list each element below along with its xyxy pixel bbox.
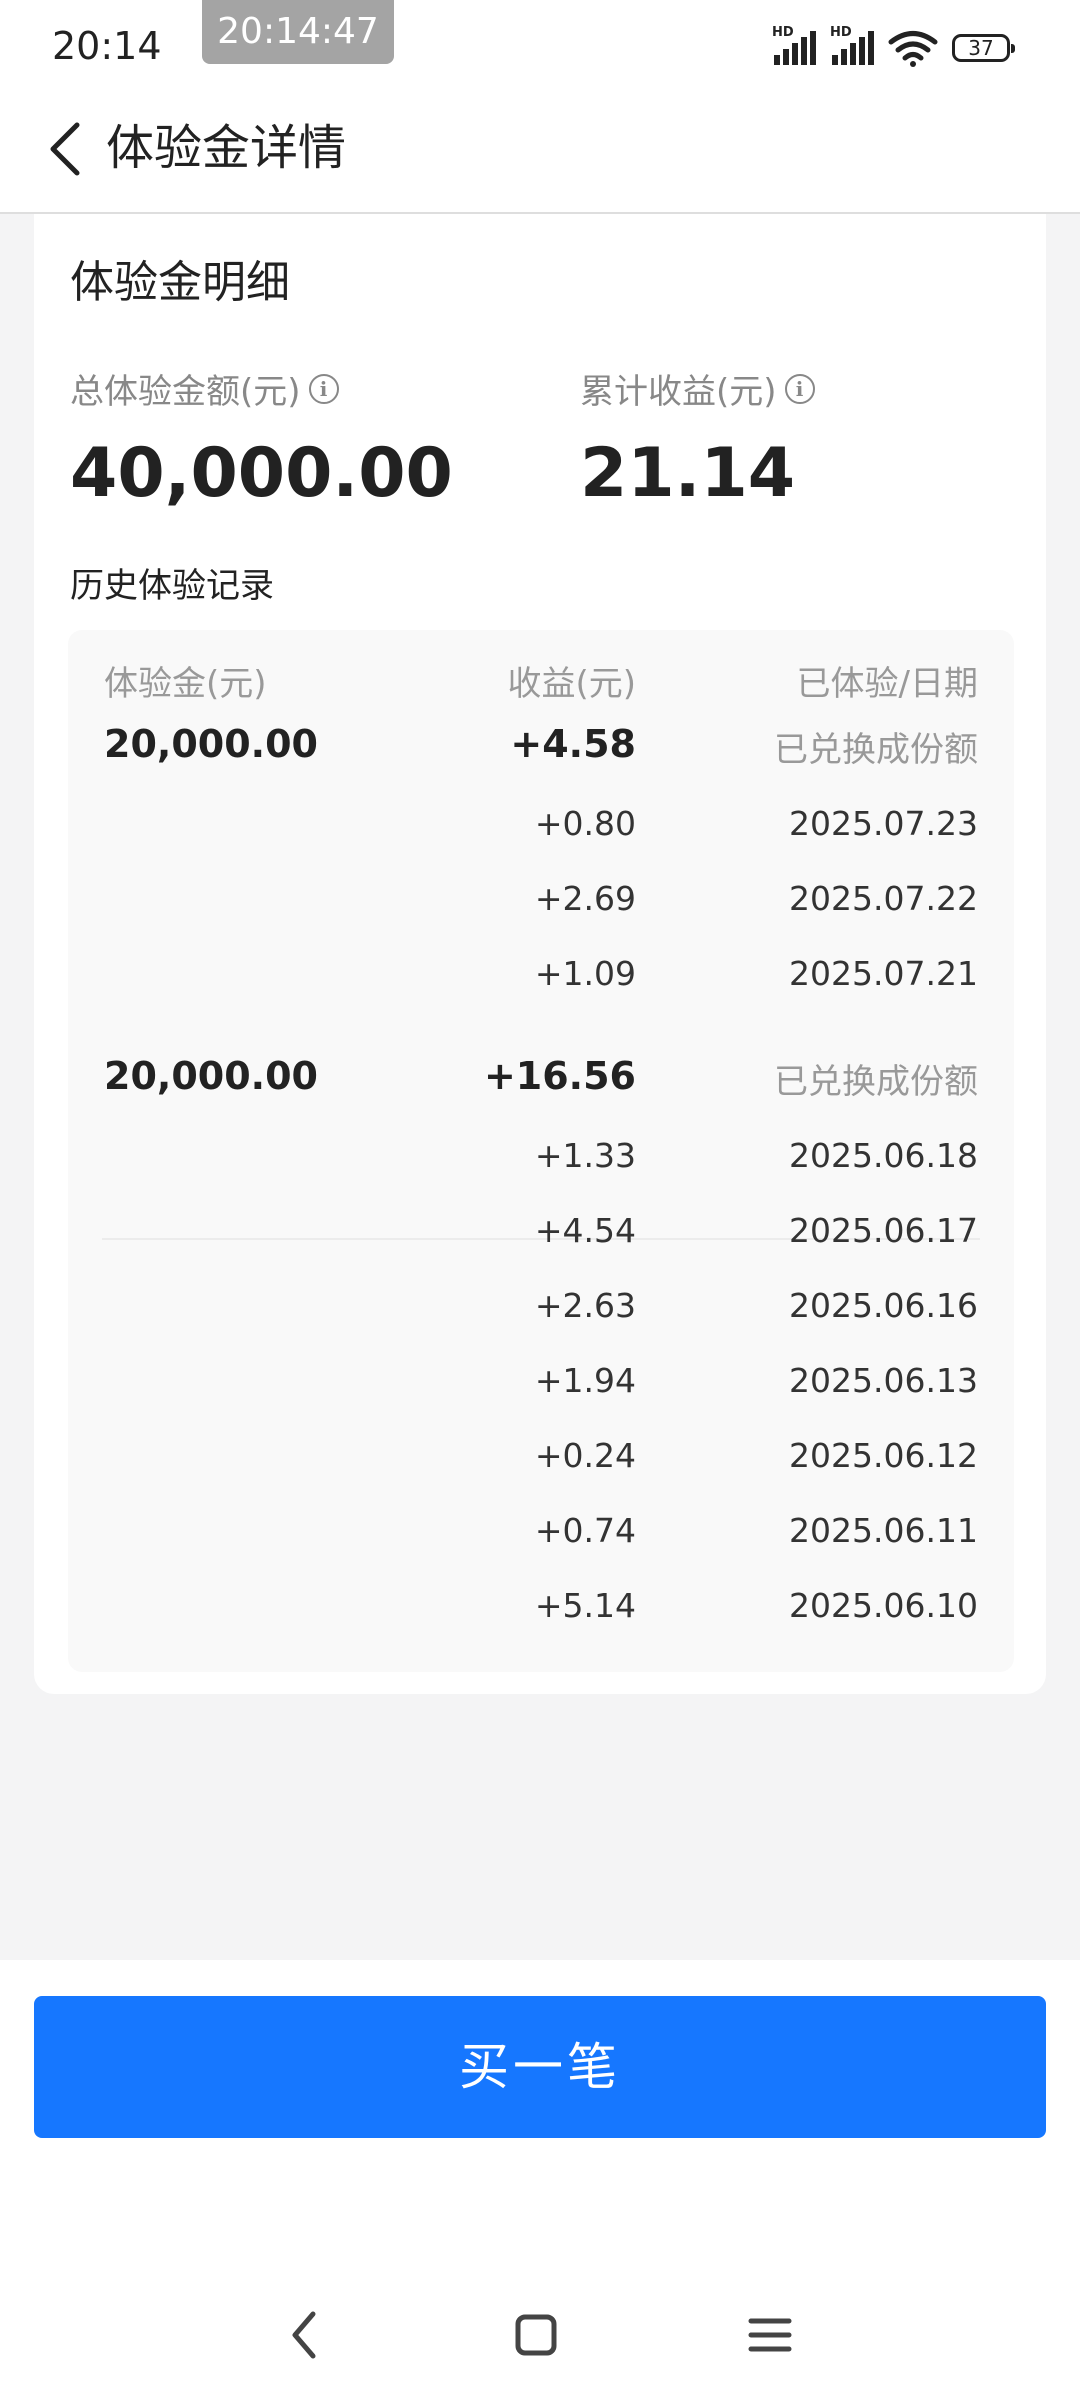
system-nav-bar — [0, 2290, 1080, 2380]
group-total-income: +16.56 — [483, 1054, 636, 1098]
row-income: +0.74 — [534, 1511, 636, 1550]
row-income: +0.80 — [534, 804, 636, 843]
wifi-icon — [888, 31, 938, 67]
total-amount-value: 40,000.00 — [70, 434, 453, 513]
row-income: +1.94 — [534, 1361, 636, 1400]
column-header-date: 已体验/日期 — [796, 664, 978, 704]
group-total-income: +4.58 — [510, 722, 636, 766]
page-header: 体验金详情 — [0, 90, 1080, 214]
group-status: 已兑换成份额 — [774, 1062, 978, 1102]
page-title: 体验金详情 — [106, 120, 347, 176]
signal-icon: HD — [772, 25, 816, 65]
row-income: +2.69 — [534, 879, 636, 918]
column-header-income: 收益(元) — [507, 664, 636, 704]
row-income: +5.14 — [534, 1586, 636, 1625]
row-date: 2025.06.12 — [789, 1436, 978, 1475]
cumulative-income-value: 21.14 — [580, 434, 796, 513]
row-date: 2025.06.13 — [789, 1361, 978, 1400]
cumulative-income-label-text: 累计收益(元) — [580, 372, 777, 412]
info-icon[interactable]: i — [308, 373, 339, 404]
detail-card: 体验金明细 总体验金额(元) i 40,000.00 累计收益(元) i 21.… — [34, 214, 1046, 1694]
nav-home-button[interactable] — [496, 2300, 576, 2370]
row-income: +4.54 — [534, 1211, 636, 1250]
total-amount-label: 总体验金额(元) i — [70, 364, 339, 413]
signal-hd-label-2: HD — [830, 25, 852, 40]
clock-overlay: 20:14:47 — [202, 0, 394, 64]
signal-hd-label: HD — [772, 25, 794, 40]
cumulative-income-label: 累计收益(元) i — [580, 364, 815, 413]
back-arrow-icon — [50, 122, 80, 176]
battery-level: 37 — [968, 36, 994, 60]
row-date: 2025.06.18 — [789, 1136, 978, 1175]
nav-menu-button[interactable] — [730, 2300, 810, 2370]
back-button[interactable] — [30, 114, 100, 184]
card-title: 体验金明细 — [70, 257, 290, 308]
row-income: +1.09 — [534, 954, 636, 993]
buy-button[interactable]: 买一笔 — [34, 1996, 1046, 2138]
history-title: 历史体验记录 — [70, 566, 274, 606]
row-income: +2.63 — [534, 1286, 636, 1325]
group-amount: 20,000.00 — [104, 1054, 318, 1098]
nav-back-icon — [292, 2311, 316, 2359]
status-bar: 20:14 20:14:47 HD HD 37 — [0, 0, 1080, 90]
row-date: 2025.06.10 — [789, 1586, 978, 1625]
info-icon[interactable]: i — [784, 373, 815, 404]
row-income: +0.24 — [534, 1436, 636, 1475]
row-date: 2025.07.21 — [789, 954, 978, 993]
nav-menu-icon — [748, 2318, 792, 2352]
row-income: +1.33 — [534, 1136, 636, 1175]
total-amount-label-text: 总体验金额(元) — [70, 372, 301, 412]
battery-icon: 37 — [952, 34, 1015, 62]
signal-icon-2: HD — [830, 25, 874, 65]
group-status: 已兑换成份额 — [774, 730, 978, 770]
row-date: 2025.06.17 — [789, 1211, 978, 1250]
row-date: 2025.06.16 — [789, 1286, 978, 1325]
status-icons: HD HD 37 — [772, 25, 1015, 68]
group-amount: 20,000.00 — [104, 722, 318, 766]
row-date: 2025.07.23 — [789, 804, 978, 843]
row-date: 2025.06.11 — [789, 1511, 978, 1550]
history-table: 体验金(元) 收益(元) 已体验/日期 20,000.00 +4.58 已兑换成… — [68, 630, 1014, 1672]
nav-home-icon — [515, 2314, 557, 2356]
nav-back-button[interactable] — [264, 2300, 344, 2370]
column-header-amount: 体验金(元) — [104, 664, 267, 704]
status-time: 20:14 — [52, 24, 162, 68]
row-date: 2025.07.22 — [789, 879, 978, 918]
